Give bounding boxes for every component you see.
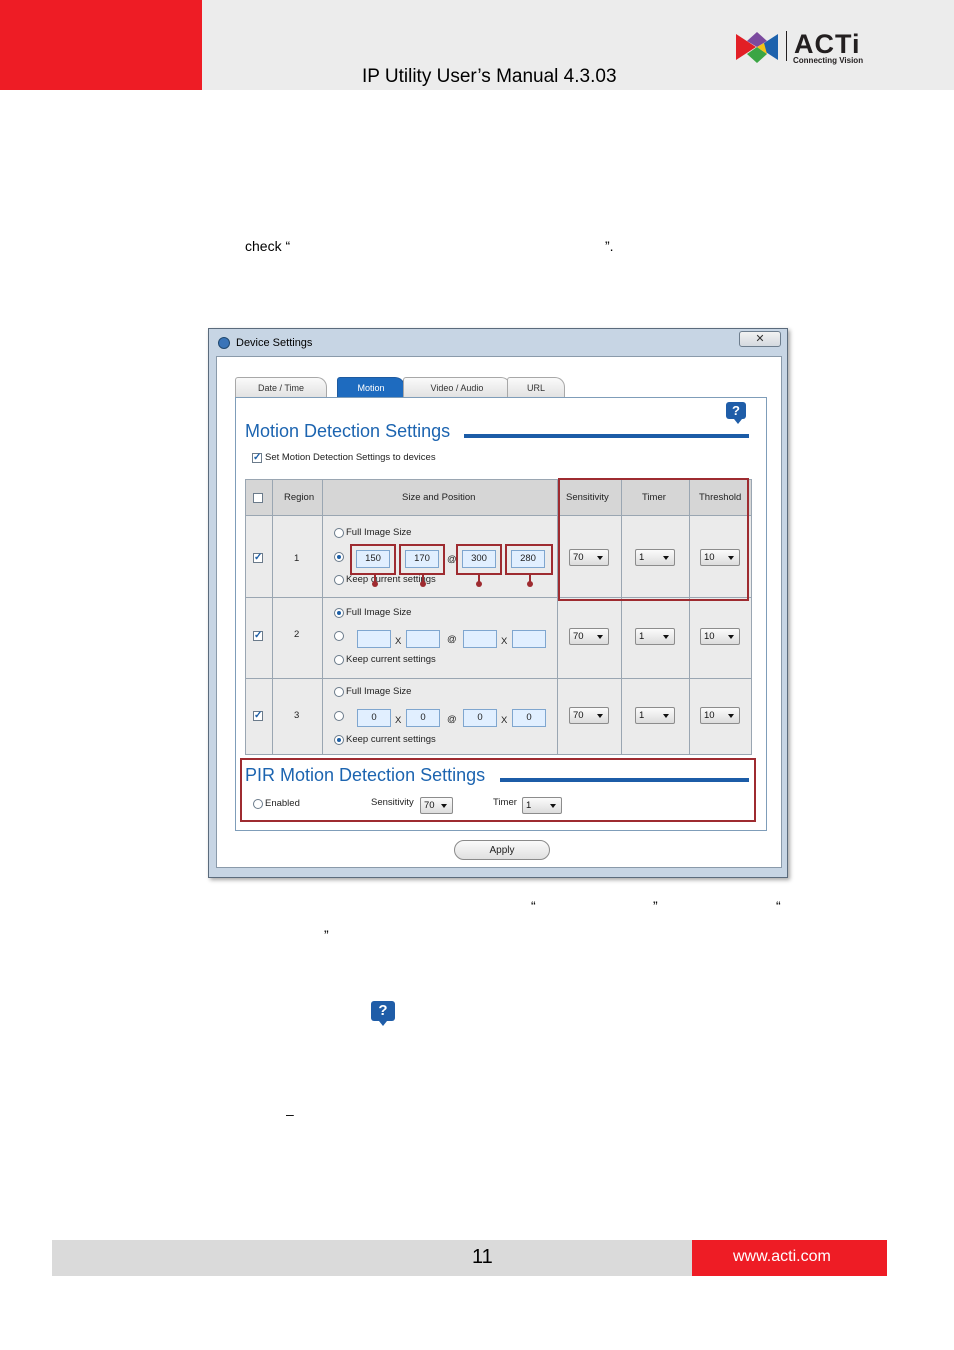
region-3-at: @: [447, 714, 457, 725]
annotation-box-x: [350, 544, 396, 575]
set-motion-label: Set Motion Detection Settings to devices: [265, 452, 436, 463]
pir-enabled-label: Enabled: [265, 798, 300, 809]
region-3-width[interactable]: 0: [463, 709, 497, 727]
region-3-height[interactable]: 0: [512, 709, 546, 727]
header-red-block: [0, 0, 202, 90]
region-2-timer-select[interactable]: 1: [635, 628, 675, 645]
region-2-sensitivity-select[interactable]: 70: [569, 628, 609, 645]
col-region: Region: [284, 492, 315, 503]
app-icon: [218, 337, 230, 349]
region-2-full-radio[interactable]: [334, 608, 344, 618]
footer-band: [52, 1240, 692, 1276]
region-3-keep-radio[interactable]: [334, 735, 344, 745]
region-2-x[interactable]: [357, 630, 391, 648]
annotation-pin-3: [476, 575, 482, 587]
col-size-position: Size and Position: [402, 492, 476, 503]
annotation-box-y: [399, 544, 445, 575]
region-1-checkbox[interactable]: ✓: [253, 553, 263, 563]
region-3-threshold-select[interactable]: 10: [700, 707, 740, 724]
pir-enabled-radio[interactable]: [253, 799, 263, 809]
region-3-y[interactable]: 0: [406, 709, 440, 727]
quote-open-2: “: [776, 898, 781, 914]
logo-tagline: Connecting Vision: [793, 56, 864, 65]
quote-open-1: “: [531, 898, 536, 914]
region-2-x-sep-2: X: [501, 636, 508, 647]
region-3-x-sep-2: X: [501, 715, 508, 726]
quote-close-2: ”: [324, 927, 329, 943]
region-1-number: 1: [294, 553, 300, 564]
region-3-keep-label: Keep current settings: [346, 734, 436, 745]
region-1-keep-radio[interactable]: [334, 575, 344, 585]
region-2-keep-radio[interactable]: [334, 655, 344, 665]
region-3-x-sep-1: X: [395, 715, 402, 726]
region-2-x-sep-1: X: [395, 636, 402, 647]
region-2-custom-radio[interactable]: [334, 631, 344, 641]
region-2-threshold-select[interactable]: 10: [700, 628, 740, 645]
region-3-sensitivity-select[interactable]: 70: [569, 707, 609, 724]
region-3-custom-radio[interactable]: [334, 711, 344, 721]
set-motion-checkbox[interactable]: ✓: [252, 453, 262, 463]
region-3-number: 3: [294, 710, 300, 721]
pir-sensitivity-label: Sensitivity: [371, 797, 414, 808]
region-3-full-label: Full Image Size: [346, 686, 412, 697]
apply-button[interactable]: Apply: [454, 840, 550, 860]
region-2-at: @: [447, 634, 457, 645]
page-number: 11: [472, 1246, 493, 1268]
region-3-timer-select[interactable]: 1: [635, 707, 675, 724]
region-1-full-label: Full Image Size: [346, 527, 412, 538]
tab-video-audio[interactable]: Video / Audio: [403, 377, 511, 397]
region-2-number: 2: [294, 629, 300, 640]
help-icon-reference: ?: [371, 1001, 395, 1026]
annotation-pin-4: [527, 575, 533, 587]
close-button[interactable]: ✕: [739, 331, 781, 347]
annotation-box-height: [505, 544, 553, 575]
region-3-x[interactable]: 0: [357, 709, 391, 727]
region-2-height[interactable]: [512, 630, 546, 648]
tab-motion[interactable]: Motion: [337, 377, 405, 397]
region-2-checkbox[interactable]: ✓: [253, 631, 263, 641]
region-1-full-radio[interactable]: [334, 528, 344, 538]
region-2-full-label: Full Image Size: [346, 607, 412, 618]
footer-url: www.acti.com: [733, 1248, 831, 1265]
annotation-pin-2: [420, 575, 426, 587]
logo-divider: [786, 31, 787, 61]
annotation-pin-1: [372, 575, 378, 587]
region-3-full-radio[interactable]: [334, 687, 344, 697]
region-2-keep-label: Keep current settings: [346, 654, 436, 665]
quote-close-1: ”: [653, 898, 658, 914]
region-1-custom-radio[interactable]: [334, 552, 344, 562]
tab-url[interactable]: URL: [507, 377, 565, 397]
dash: –: [286, 1106, 294, 1122]
acti-logo-icon: [736, 32, 778, 63]
help-icon[interactable]: ?: [726, 402, 746, 424]
annotation-box-width: [456, 544, 502, 575]
check-suffix: ”.: [605, 238, 614, 254]
region-3-checkbox[interactable]: ✓: [253, 711, 263, 721]
annotation-box-thresholds: [558, 478, 749, 601]
pir-timer-select[interactable]: 1: [522, 797, 562, 814]
tab-date-time[interactable]: Date / Time: [235, 377, 327, 397]
motion-title-underline: [464, 434, 749, 438]
manual-title: IP Utility User’s Manual 4.3.03: [362, 66, 617, 87]
region-2-width[interactable]: [463, 630, 497, 648]
check-prefix: check “: [245, 238, 291, 254]
region-2-y[interactable]: [406, 630, 440, 648]
motion-section-title: Motion Detection Settings: [245, 421, 451, 441]
window-title: Device Settings: [236, 337, 313, 349]
pir-section-title: PIR Motion Detection Settings: [245, 765, 486, 785]
pir-timer-label: Timer: [493, 797, 517, 808]
pir-sensitivity-select[interactable]: 70: [420, 797, 453, 814]
pir-title-underline: [500, 778, 749, 782]
select-all-checkbox[interactable]: [253, 493, 263, 503]
